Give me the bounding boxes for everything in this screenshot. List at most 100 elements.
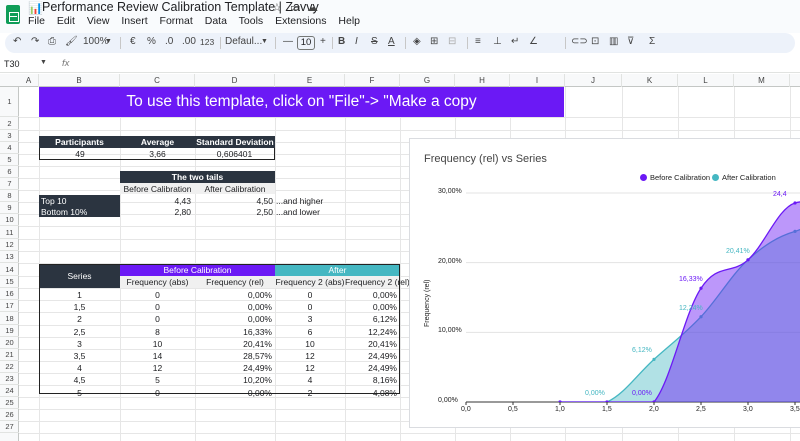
freq-series-header[interactable]: Series bbox=[39, 264, 120, 288]
row-header[interactable]: 15 bbox=[0, 276, 19, 288]
freq-cell[interactable]: 14 bbox=[120, 350, 195, 362]
freq-cell[interactable]: 4,5 bbox=[39, 374, 120, 386]
menu-help[interactable]: Help bbox=[338, 15, 360, 27]
freq-cell[interactable]: 12 bbox=[275, 362, 345, 374]
column-header[interactable]: J bbox=[565, 74, 622, 87]
row-header[interactable]: 25 bbox=[0, 397, 19, 409]
freq-cell[interactable]: 5 bbox=[39, 387, 120, 399]
move-folder-icon[interactable]: ▭ bbox=[290, 1, 300, 14]
tails-title[interactable]: The two tails bbox=[120, 171, 275, 183]
freq-cell[interactable]: 6,12% bbox=[345, 313, 400, 325]
freq-cell[interactable]: 0,00% bbox=[345, 289, 400, 301]
freq-cell[interactable]: 12,24% bbox=[345, 326, 400, 338]
freq-cell[interactable]: 0,00% bbox=[195, 387, 275, 399]
more-formats-button[interactable]: 123 bbox=[200, 37, 214, 47]
row-header[interactable]: 5 bbox=[0, 154, 19, 166]
column-header[interactable]: E bbox=[275, 74, 345, 87]
column-header[interactable]: M bbox=[734, 74, 790, 87]
chevron-down-icon[interactable]: ▼ bbox=[40, 59, 47, 66]
summary-header-std-dev[interactable]: Standard Deviation bbox=[195, 136, 275, 148]
menu-format[interactable]: Format bbox=[160, 15, 193, 27]
freq-cell[interactable]: 1,5 bbox=[39, 301, 120, 313]
undo-icon[interactable]: ↶ bbox=[13, 36, 21, 47]
increase-font-size-button[interactable]: + bbox=[320, 36, 326, 47]
row-header[interactable]: 21 bbox=[0, 349, 19, 361]
summary-value-average[interactable]: 3,66 bbox=[120, 148, 195, 160]
vertical-align-icon[interactable]: ⊥ bbox=[493, 36, 502, 47]
bold-icon[interactable]: B bbox=[338, 36, 345, 47]
column-header[interactable]: L bbox=[678, 74, 734, 87]
row-header[interactable]: 7 bbox=[0, 178, 19, 190]
row-header[interactable]: 17 bbox=[0, 300, 19, 312]
insert-link-icon[interactable]: ⊂⊃ bbox=[571, 36, 588, 47]
text-rotation-icon[interactable]: ∠ bbox=[529, 36, 538, 47]
freq-cell[interactable]: 0 bbox=[275, 289, 345, 301]
font-select[interactable]: Defaul... bbox=[225, 36, 262, 47]
insert-chart-icon[interactable]: ▥ bbox=[609, 36, 618, 47]
freq-cell[interactable]: 2 bbox=[39, 313, 120, 325]
row-header[interactable]: 10 bbox=[0, 214, 19, 226]
freq-cell[interactable]: 0,00% bbox=[345, 301, 400, 313]
menu-data[interactable]: Data bbox=[205, 15, 227, 27]
column-header[interactable]: K bbox=[622, 74, 678, 87]
row-header[interactable]: 6 bbox=[0, 166, 19, 178]
summary-value-std-dev[interactable]: 0,606401 bbox=[195, 148, 275, 160]
print-icon[interactable]: ⎙ bbox=[48, 36, 56, 47]
freq-cell[interactable]: 0 bbox=[120, 289, 195, 301]
sheets-logo-icon[interactable] bbox=[6, 5, 20, 24]
freq-cell[interactable]: 1 bbox=[39, 289, 120, 301]
paint-format-icon[interactable]: 🖌 bbox=[65, 36, 78, 47]
menu-tools[interactable]: Tools bbox=[239, 15, 264, 27]
tails-bottom-before[interactable]: 2,80 bbox=[120, 206, 195, 217]
text-color-icon[interactable]: A bbox=[388, 36, 395, 47]
freq-cell[interactable]: 28,57% bbox=[195, 350, 275, 362]
summary-header-participants[interactable]: Participants bbox=[39, 136, 120, 148]
freq-cell[interactable]: 0,00% bbox=[195, 289, 275, 301]
chevron-down-icon[interactable]: ▼ bbox=[261, 38, 268, 45]
row-header[interactable]: 4 bbox=[0, 142, 19, 154]
row-header[interactable]: 27 bbox=[0, 421, 19, 433]
italic-icon[interactable]: I bbox=[355, 36, 358, 47]
freq-subheader[interactable]: Frequency (rel) bbox=[195, 276, 275, 288]
font-size-input[interactable]: 10 bbox=[297, 36, 315, 50]
column-header[interactable]: F bbox=[345, 74, 400, 87]
freq-cell[interactable]: 20,41% bbox=[345, 338, 400, 350]
freq-cell[interactable]: 5 bbox=[120, 374, 195, 386]
currency-format-button[interactable]: € bbox=[130, 36, 136, 47]
tails-bottom-note[interactable]: ...and lower bbox=[276, 206, 320, 217]
tails-top-before[interactable]: 4,43 bbox=[120, 195, 195, 206]
tails-header-before[interactable]: Before Calibration bbox=[120, 183, 195, 194]
freq-cell[interactable]: 4 bbox=[275, 374, 345, 386]
freq-cell[interactable]: 0,00% bbox=[195, 301, 275, 313]
freq-cell[interactable]: 0,00% bbox=[195, 313, 275, 325]
row-header[interactable]: 24 bbox=[0, 385, 19, 397]
increase-decimals-button[interactable]: .00 bbox=[182, 36, 196, 47]
tails-bottom-after[interactable]: 2,50 bbox=[195, 206, 275, 217]
freq-cell[interactable]: 12 bbox=[120, 362, 195, 374]
freq-cell[interactable]: 0 bbox=[120, 387, 195, 399]
horizontal-align-icon[interactable]: ≡ bbox=[475, 36, 481, 47]
column-header[interactable]: D bbox=[195, 74, 275, 87]
tails-top-note[interactable]: ...and higher bbox=[276, 195, 323, 206]
freq-cell[interactable]: 24,49% bbox=[345, 350, 400, 362]
row-header[interactable]: 9 bbox=[0, 202, 19, 214]
instruction-banner[interactable]: To use this template, click on "File"-> … bbox=[39, 87, 564, 117]
freq-cell[interactable]: 20,41% bbox=[195, 338, 275, 350]
row-header[interactable]: 1 bbox=[0, 87, 19, 117]
row-header[interactable]: 8 bbox=[0, 190, 19, 202]
borders-icon[interactable]: ⊞ bbox=[430, 36, 438, 47]
row-header[interactable]: 11 bbox=[0, 226, 19, 239]
freq-before-header[interactable]: Before Calibration bbox=[120, 264, 275, 276]
column-header[interactable]: H bbox=[455, 74, 510, 87]
freq-cell[interactable]: 0 bbox=[120, 313, 195, 325]
column-header[interactable]: I bbox=[510, 74, 565, 87]
row-header[interactable]: 3 bbox=[0, 130, 19, 142]
functions-icon[interactable]: Σ bbox=[649, 36, 655, 47]
freq-cell[interactable]: 4,08% bbox=[345, 387, 400, 399]
row-header[interactable]: 22 bbox=[0, 361, 19, 373]
freq-cell[interactable]: 24,49% bbox=[345, 362, 400, 374]
column-header[interactable]: B bbox=[39, 74, 120, 87]
freq-cell[interactable]: 8,16% bbox=[345, 374, 400, 386]
menu-edit[interactable]: Edit bbox=[57, 15, 75, 27]
freq-cell[interactable]: 10 bbox=[120, 338, 195, 350]
